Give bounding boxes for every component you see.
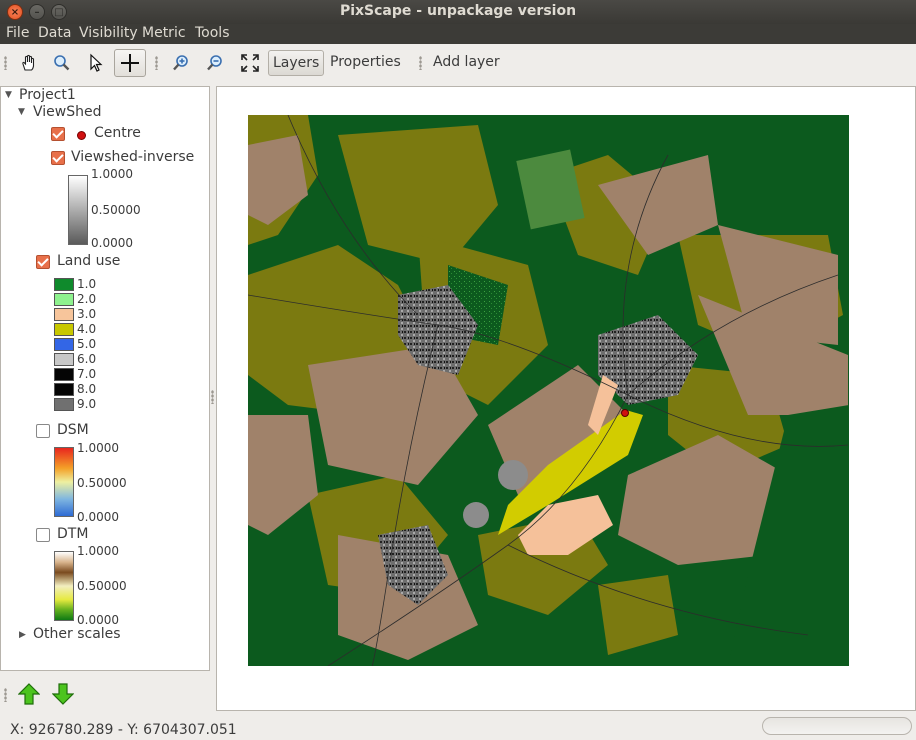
dtm-ramp-max: 1.0000 xyxy=(77,544,119,558)
map-view[interactable] xyxy=(216,86,916,711)
tree-project[interactable]: Project1 xyxy=(19,87,76,103)
menu-tools[interactable]: Tools xyxy=(195,25,230,41)
land-use-swatch xyxy=(54,308,74,321)
land-use-checkbox[interactable] xyxy=(36,255,50,269)
dtm-checkbox[interactable] xyxy=(36,528,50,542)
add-point-crosshair-icon[interactable] xyxy=(114,49,146,77)
land-use-swatch xyxy=(54,278,74,291)
land-use-legend-label: 7.0 xyxy=(77,367,97,381)
progress-bar xyxy=(762,717,912,735)
land-use-swatch xyxy=(54,353,74,366)
tree-land-use-label[interactable]: Land use xyxy=(57,253,120,269)
viewpoint-centre-marker[interactable] xyxy=(621,409,629,417)
land-use-swatch xyxy=(54,338,74,351)
tree-other-scales[interactable]: Other scales xyxy=(33,626,121,642)
toolbar-grip[interactable] xyxy=(4,56,7,70)
viewshed-grey-ramp xyxy=(68,175,88,245)
layer-tree-panel: ▼ Project1 ▼ ViewShed Centre Viewshed-in… xyxy=(0,86,210,671)
land-use-map[interactable] xyxy=(248,115,849,666)
menu-bar: File Data Visibility Metric Tools xyxy=(0,24,916,44)
dsm-ramp-min: 0.0000 xyxy=(77,510,119,524)
dsm-ramp-mid: 0.50000 xyxy=(77,476,127,490)
land-use-swatch xyxy=(54,383,74,396)
urban-area xyxy=(463,502,489,528)
menu-metric[interactable]: Metric xyxy=(142,25,186,41)
expand-other-scales-icon[interactable]: ▶ xyxy=(19,630,26,640)
tree-dtm-label[interactable]: DTM xyxy=(57,526,88,542)
land-use-swatch xyxy=(54,293,74,306)
land-use-legend-label: 4.0 xyxy=(77,322,97,336)
dsm-checkbox[interactable] xyxy=(36,424,50,438)
expand-viewshed-icon[interactable]: ▼ xyxy=(18,107,25,117)
window-title: PixScape - unpackage version xyxy=(339,3,577,19)
layers-toggle-button[interactable]: Layers xyxy=(268,50,325,76)
land-use-legend-label: 9.0 xyxy=(77,397,97,411)
zoom-out-icon[interactable] xyxy=(201,49,229,77)
dtm-ramp-mid: 0.50000 xyxy=(77,579,127,593)
select-arrow-icon[interactable] xyxy=(82,49,110,77)
land-use-swatch xyxy=(54,323,74,336)
status-bar: X: 926780.289 - Y: 6704307.051 xyxy=(0,712,916,740)
zoom-extent-icon[interactable] xyxy=(236,49,264,77)
title-bar: × – □ PixScape - unpackage version xyxy=(0,0,916,24)
tree-centre-label[interactable]: Centre xyxy=(94,125,141,141)
move-layer-up-icon[interactable] xyxy=(18,683,40,705)
pan-hand-icon[interactable] xyxy=(15,49,43,77)
land-use-legend-label: 5.0 xyxy=(77,337,97,351)
menu-file[interactable]: File xyxy=(6,25,29,41)
land-use-legend-label: 1.0 xyxy=(77,277,97,291)
land-use-legend-label: 6.0 xyxy=(77,352,97,366)
tree-viewshed-inverse-label[interactable]: Viewshed-inverse xyxy=(71,149,194,165)
properties-toggle-button[interactable]: Properties xyxy=(326,50,405,76)
viewshed-ramp-min: 0.0000 xyxy=(91,236,133,250)
arrow-toolbar-grip[interactable] xyxy=(4,688,7,702)
panel-splitter-handle[interactable] xyxy=(211,390,214,404)
zoom-search-icon[interactable] xyxy=(48,49,76,77)
centre-visibility-checkbox[interactable] xyxy=(51,127,65,141)
land-use-swatch xyxy=(54,368,74,381)
cursor-coordinates: X: 926780.289 - Y: 6704307.051 xyxy=(10,722,237,738)
toolbar-grip-3[interactable] xyxy=(419,56,422,70)
viewshed-inverse-checkbox[interactable] xyxy=(51,151,65,165)
expand-project-icon[interactable]: ▼ xyxy=(5,90,12,100)
dsm-ramp-max: 1.0000 xyxy=(77,441,119,455)
menu-data[interactable]: Data xyxy=(38,25,71,41)
tree-dsm-label[interactable]: DSM xyxy=(57,422,89,438)
land-use-swatch xyxy=(54,398,74,411)
add-layer-button[interactable]: Add layer xyxy=(429,50,504,76)
land-use-legend-label: 2.0 xyxy=(77,292,97,306)
viewshed-ramp-mid: 0.50000 xyxy=(91,203,141,217)
dsm-color-ramp xyxy=(54,447,74,517)
dtm-color-ramp xyxy=(54,551,74,621)
dtm-ramp-min: 0.0000 xyxy=(77,613,119,627)
toolbar: Layers Properties Add layer xyxy=(0,44,916,82)
toolbar-grip-2[interactable] xyxy=(155,56,158,70)
tree-viewshed-group[interactable]: ViewShed xyxy=(33,104,101,120)
viewshed-ramp-max: 1.0000 xyxy=(91,167,133,181)
centre-point-icon xyxy=(77,131,86,140)
zoom-in-icon[interactable] xyxy=(167,49,195,77)
land-use-legend-label: 3.0 xyxy=(77,307,97,321)
move-layer-down-icon[interactable] xyxy=(52,683,74,705)
land-use-legend-label: 8.0 xyxy=(77,382,97,396)
menu-visibility[interactable]: Visibility xyxy=(79,25,138,41)
urban-area xyxy=(498,460,528,490)
